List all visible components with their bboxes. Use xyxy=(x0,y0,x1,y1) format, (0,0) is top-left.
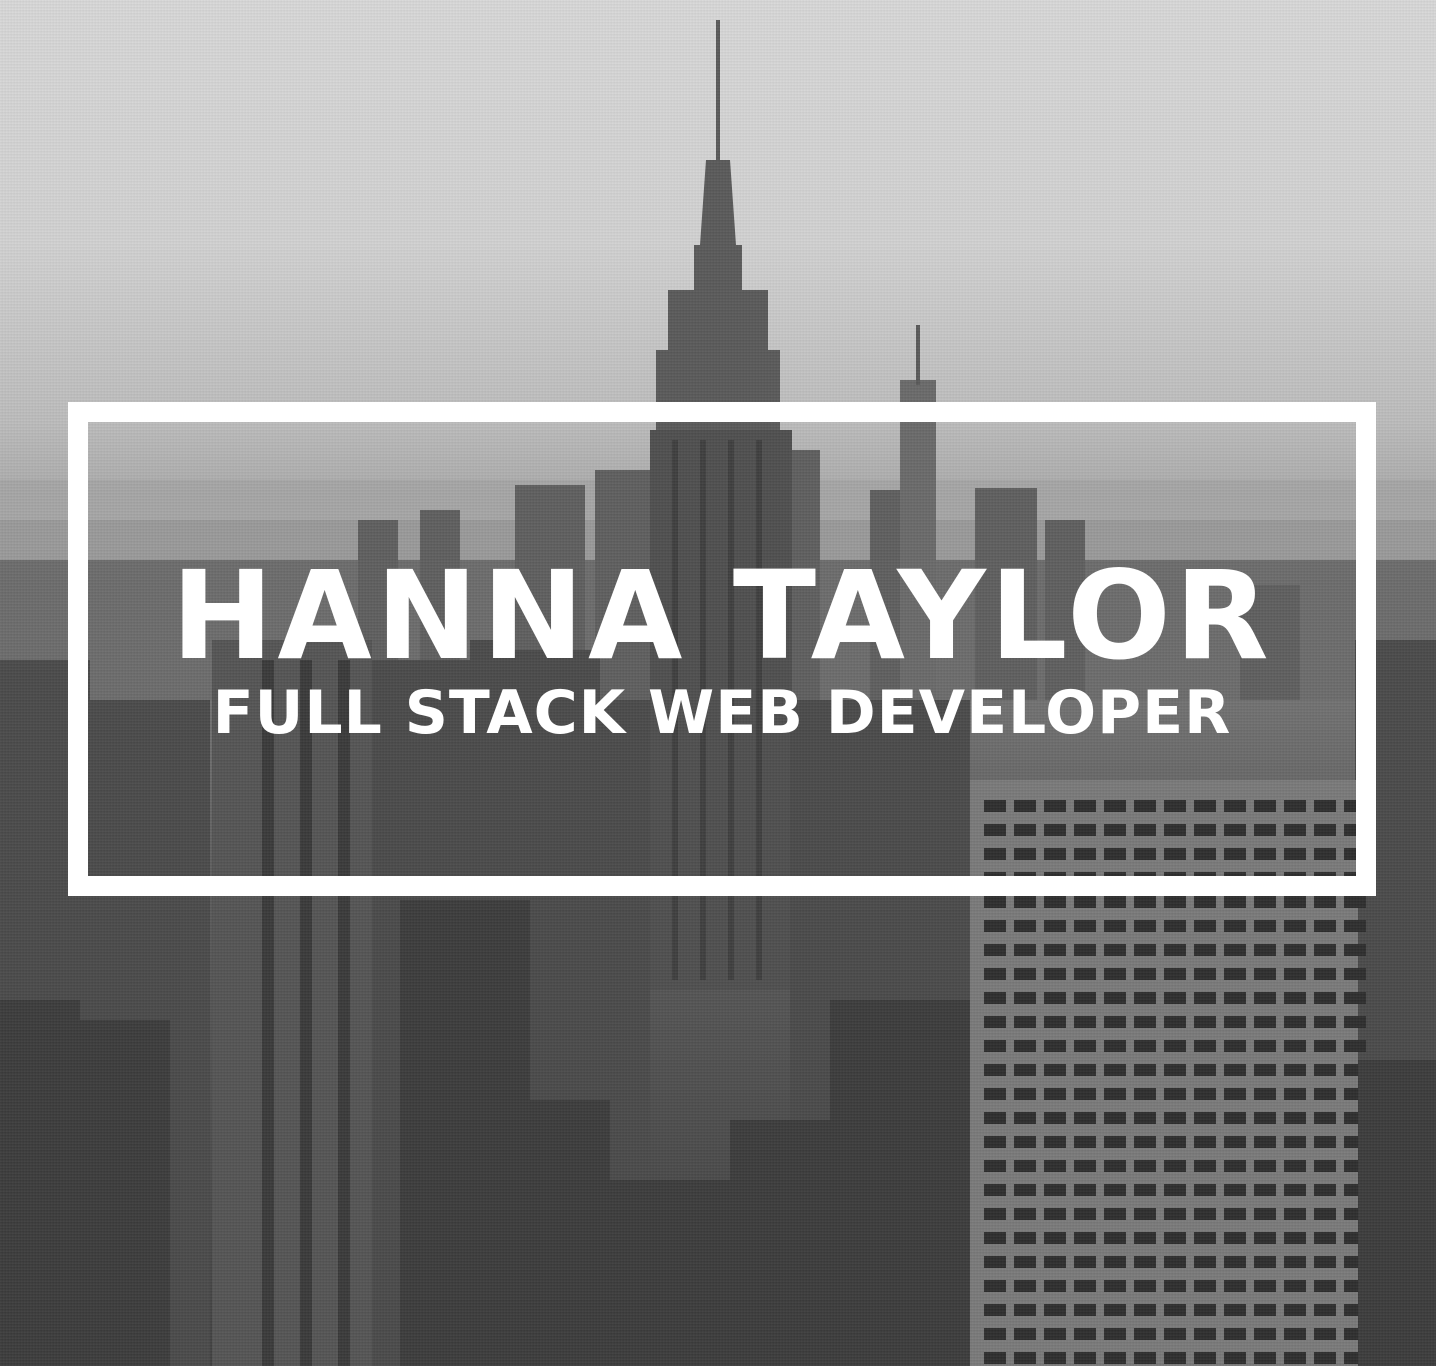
hero-banner: HANNA TAYLOR FULL STACK WEB DEVELOPER xyxy=(0,0,1436,1366)
title-frame: HANNA TAYLOR FULL STACK WEB DEVELOPER xyxy=(68,402,1376,896)
developer-role: FULL STACK WEB DEVELOPER xyxy=(212,678,1232,748)
developer-name: HANNA TAYLOR xyxy=(171,545,1273,687)
